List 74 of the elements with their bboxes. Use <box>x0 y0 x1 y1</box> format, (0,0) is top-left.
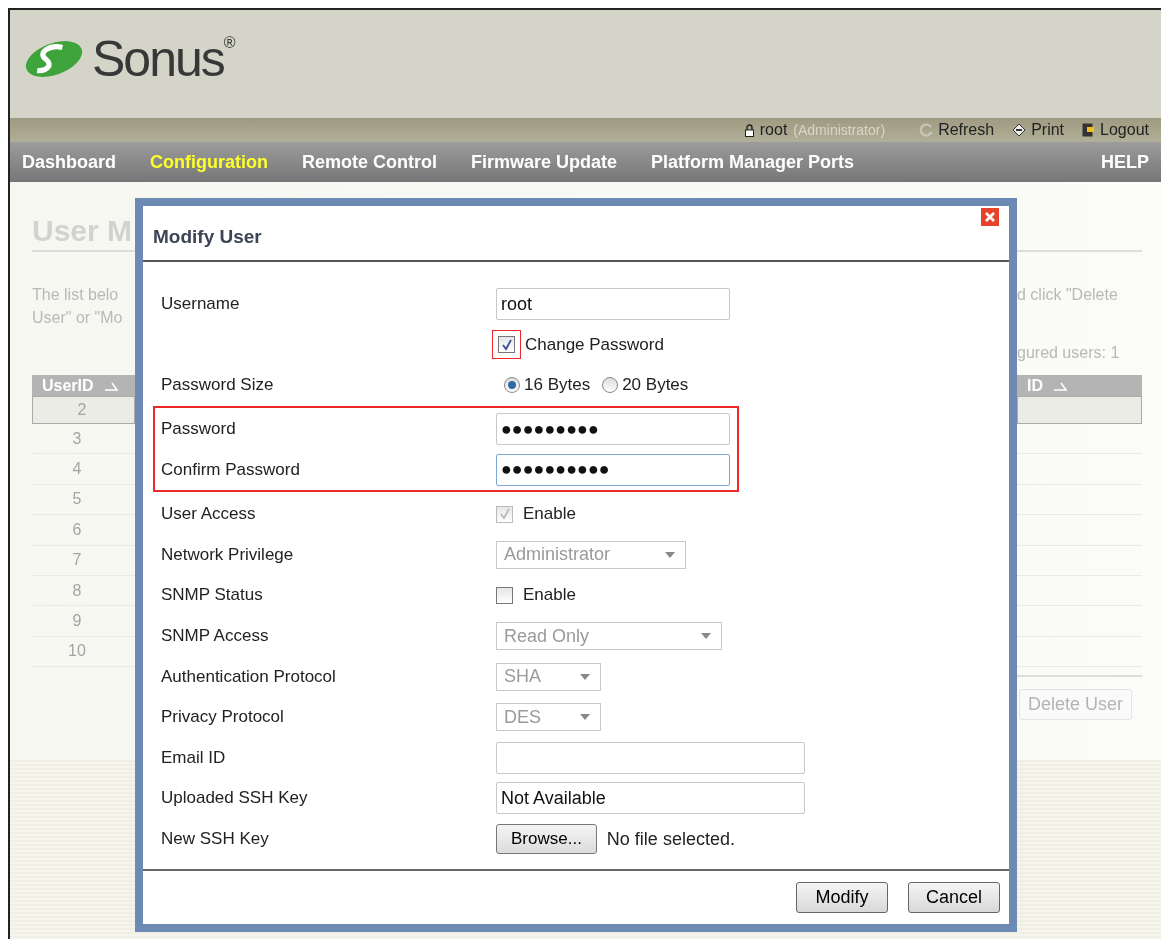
radio-label: 20 Bytes <box>622 375 689 396</box>
table-cell-text: 10 <box>67 642 87 661</box>
text-field[interactable]: root <box>496 288 730 321</box>
help-link[interactable]: HELP <box>1101 151 1149 173</box>
padlock-icon <box>744 123 754 137</box>
radio-button[interactable] <box>602 377 619 394</box>
field-label: Username <box>161 294 240 314</box>
field-label: Privacy Protocol <box>161 707 284 727</box>
refresh-icon <box>919 123 934 137</box>
field-label: User Access <box>161 504 256 524</box>
close-icon <box>984 211 996 223</box>
user-count: gured users: 1 <box>1017 342 1120 363</box>
caret-icon <box>665 551 675 558</box>
field-label: Confirm Password <box>161 459 300 479</box>
intro-text: User" or "Mo <box>32 308 124 328</box>
close-button[interactable] <box>981 208 999 226</box>
sort-icon <box>1053 380 1067 391</box>
table-cell-text: 7 <box>71 551 83 570</box>
table-cell-text: 4 <box>71 460 83 479</box>
password-field[interactable]: ●●●●●●●●●● <box>496 453 730 486</box>
table-cell-text: 3 <box>71 429 83 448</box>
field-label: Authentication Protocol <box>161 666 336 686</box>
logout-link[interactable]: Logout <box>1082 121 1149 139</box>
checkbox[interactable] <box>498 336 515 354</box>
cancel-button[interactable]: Cancel <box>908 882 1000 913</box>
checkbox-label: Enable <box>523 585 576 606</box>
delete-user-button[interactable]: Delete User <box>1019 689 1133 721</box>
door-icon <box>1082 123 1096 137</box>
field-label: SNMP Status <box>161 585 263 605</box>
intro-text: d click "Delete <box>1017 285 1119 305</box>
text-field[interactable] <box>496 741 805 774</box>
password-field[interactable]: ●●●●●●●●● <box>496 413 730 446</box>
column-header[interactable]: ID <box>1027 376 1043 395</box>
refresh-link[interactable]: Refresh <box>919 121 995 139</box>
nav-tab[interactable]: Remote Control <box>302 151 437 173</box>
nav-tab[interactable]: Dashboard <box>22 151 117 173</box>
table-row[interactable]: 2 <box>32 396 135 424</box>
checkbox-label: Change Password <box>525 334 664 355</box>
nav-tab[interactable]: Platform Manager Ports <box>651 151 855 173</box>
sort-icon <box>103 380 118 391</box>
intro-text: The list belo <box>32 285 120 305</box>
checkbox[interactable] <box>496 586 513 604</box>
browse-button[interactable]: Browse... <box>496 824 597 854</box>
radio-label: 16 Bytes <box>524 375 591 396</box>
printer-icon <box>1012 123 1027 137</box>
radio-button[interactable] <box>504 377 520 394</box>
checkbox-label: Enable <box>523 504 576 525</box>
logo-wordmark: Sonus$^{®}$ <box>92 34 234 84</box>
field-label: Password <box>161 419 236 439</box>
table-row[interactable] <box>1017 396 1142 424</box>
user-role: (Administrator) <box>793 122 886 138</box>
file-status: No file selected. <box>606 828 735 850</box>
field-label: Password Size <box>161 375 274 395</box>
field-label: Network Privilege <box>161 544 294 564</box>
text-field[interactable]: Not Available <box>496 782 805 815</box>
user-name: root <box>759 121 788 139</box>
caret-icon <box>580 673 590 680</box>
nav-tab[interactable]: Firmware Update <box>471 151 618 173</box>
column-header[interactable]: UserID <box>42 376 94 395</box>
caret-icon <box>701 633 711 640</box>
nav-tab[interactable]: Configuration <box>150 151 268 173</box>
table-cell-text: 2 <box>76 401 88 419</box>
table-cell-text: 5 <box>71 490 83 509</box>
field-label: Uploaded SSH Key <box>161 788 308 808</box>
table-cell-text: 8 <box>71 581 83 600</box>
table-cell-text: 9 <box>71 612 83 631</box>
table-cell-text: 6 <box>71 520 83 539</box>
field-label: SNMP Access <box>161 626 269 646</box>
print-link[interactable]: Print <box>1012 121 1065 139</box>
caret-icon <box>580 714 590 721</box>
field-label: New SSH Key <box>161 829 269 848</box>
field-label: Email ID <box>161 747 226 767</box>
dialog-title: Modify User <box>153 226 262 248</box>
modify-button[interactable]: Modify <box>796 882 888 913</box>
